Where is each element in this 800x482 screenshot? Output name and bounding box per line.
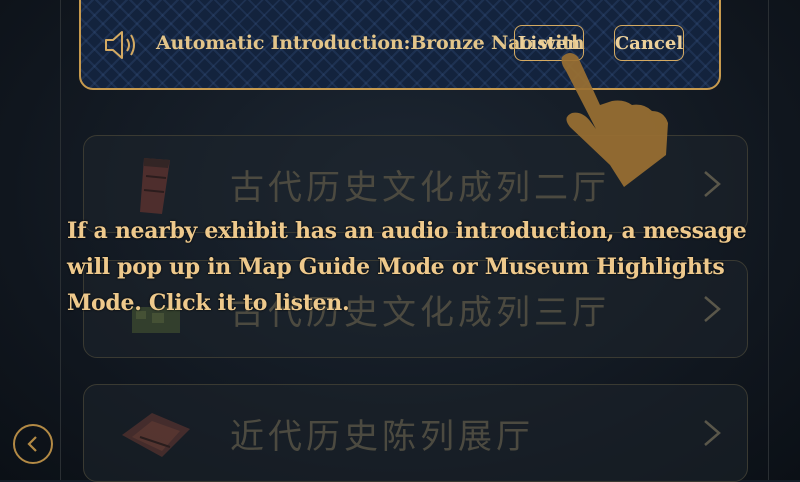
tutorial-text: If a nearby exhibit has an audio introdu… xyxy=(67,218,747,316)
red-stone-artifact-icon xyxy=(140,158,170,214)
pointing-hand-icon xyxy=(561,53,668,187)
back-arrow-icon xyxy=(27,436,37,452)
back-button[interactable] xyxy=(13,424,53,464)
frame-line-left xyxy=(60,0,61,480)
chevron-right-icon xyxy=(704,171,721,197)
hall-card-4[interactable]: 近代历史陈列展厅 xyxy=(83,384,748,482)
red-roof-building-icon xyxy=(122,413,190,457)
speaker-icon xyxy=(105,31,135,59)
chevron-right-icon xyxy=(704,420,721,446)
hall-title: 近代历史陈列展厅 xyxy=(230,417,534,457)
frame-line-right xyxy=(768,0,769,480)
